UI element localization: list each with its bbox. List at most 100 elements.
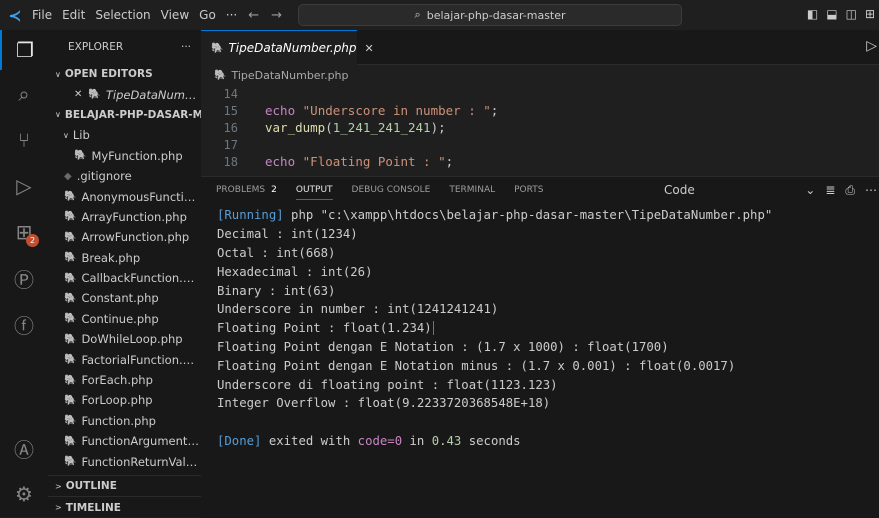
code-token: echo (265, 154, 303, 169)
explorer-more-icon[interactable]: ··· (181, 41, 191, 53)
code-token: ; (445, 154, 454, 169)
file-name: FunctionArgument.php (81, 434, 201, 449)
tab-terminal[interactable]: TERMINAL (449, 177, 495, 203)
menu-edit[interactable]: Edit (57, 8, 90, 22)
project-title: BELAJAR-PHP-DASAR-MA... (64, 108, 201, 121)
text-cursor (432, 321, 434, 336)
done-tag: [Done] (217, 433, 262, 448)
php-file-icon: 🐘 (64, 435, 77, 447)
run-icon[interactable]: ▷ (866, 38, 877, 54)
file-item[interactable]: ◆ .gitignore (48, 166, 201, 186)
close-icon[interactable]: ✕ (365, 42, 374, 55)
open-editors-title: OPEN EDITORS (64, 68, 153, 81)
file-item[interactable]: 🐘 DoWhileLoop.php (48, 329, 201, 349)
file-name: ArrowFunction.php (81, 230, 190, 245)
folder-lib[interactable]: ∨ Lib (48, 125, 201, 145)
run-debug-icon[interactable]: ▷ (0, 166, 48, 206)
file-item[interactable]: 🐘 Break.php (48, 248, 201, 268)
panel-left-icon[interactable]: ◧ (807, 7, 818, 21)
file-item[interactable]: 🐘 FunctionReturnValue... (48, 451, 201, 471)
file-item[interactable]: 🐘 ForEach.php (48, 370, 201, 390)
file-item[interactable]: 🐘 Function.php (48, 411, 201, 431)
search-icon: ⌕ (414, 8, 421, 21)
output-line: Floating Point dengan E Notation minus :… (217, 356, 879, 375)
tab-ports[interactable]: PORTS (514, 177, 543, 203)
open-editors-section[interactable]: ∨ OPEN EDITORS (48, 64, 201, 84)
output-content[interactable]: [Running] php "c:\xampp\htdocs\belajar-p… (201, 203, 879, 450)
php-file-icon: 🐘 (64, 354, 77, 366)
menu-go[interactable]: Go (194, 8, 221, 22)
file-name: FactorialFunction.php (81, 352, 201, 367)
outline-section[interactable]: > OUTLINE (48, 475, 201, 496)
file-item[interactable]: 🐘 Constant.php (48, 288, 201, 308)
file-name: DoWhileLoop.php (81, 332, 183, 347)
exit-code: code=0 (357, 433, 403, 448)
tab-output[interactable]: OUTPUT (295, 177, 333, 203)
nav-back-icon[interactable]: ← (242, 8, 265, 23)
output-line: Octal : int(668) (217, 244, 879, 263)
menu-view[interactable]: View (156, 8, 194, 22)
layout-icon[interactable]: ⊞ (865, 7, 875, 21)
timeline-title: TIMELINE (65, 501, 121, 514)
vscode-logo-icon: ≺ (8, 5, 22, 25)
timeline-section[interactable]: > TIMELINE (48, 496, 201, 517)
command-center-search[interactable]: ⌕ belajar-php-dasar-master (298, 4, 683, 26)
code-line: 17 (201, 136, 879, 153)
panel-right-icon[interactable]: ◫ (846, 7, 857, 21)
output-line: Floating Point : float(1.234) (217, 319, 879, 338)
php-file-icon: 🐘 (64, 231, 77, 243)
source-control-icon[interactable]: ⑂ (0, 120, 48, 160)
menu-file[interactable]: File (30, 8, 57, 22)
tab-debug-console[interactable]: DEBUG CONSOLE (352, 177, 431, 203)
chevron-down-icon[interactable]: ⌄ (805, 183, 815, 197)
code-editor[interactable]: 14 15 echo "Underscore in number : "; 16 var… (201, 85, 879, 176)
output-line: Underscore di floating point : float(112… (217, 375, 879, 394)
php-icon[interactable]: Ⓟ (0, 258, 48, 298)
running-tag: [Running] (217, 208, 284, 223)
files-icon[interactable]: ❐ (0, 30, 48, 70)
output-line-text: Decimal : int(1234) (217, 227, 358, 242)
file-item[interactable]: 🐘 ArrowFunction.php (48, 227, 201, 247)
breadcrumb[interactable]: 🐘 TipeDataNumber.php (201, 65, 879, 85)
lightning-icon[interactable]: ⓕ (0, 304, 48, 344)
done-text: exited with (261, 433, 358, 448)
nav-forward-icon[interactable]: → (265, 8, 288, 23)
code-line: 14 (201, 85, 879, 102)
running-command: php "c:\xampp\htdocs\belajar-php-dasar-m… (283, 208, 773, 223)
file-item[interactable]: 🐘 FactorialFunction.php (48, 349, 201, 369)
lock-icon[interactable]: ⎙ (845, 183, 855, 198)
tab-problems[interactable]: PROBLEMS 2 (216, 177, 277, 203)
menu-selection[interactable]: Selection (90, 8, 155, 22)
code-token: ( (325, 120, 333, 135)
file-item[interactable]: 🐘 ForLoop.php (48, 390, 201, 410)
file-item[interactable]: 🐘 AnonymousFunction.... (48, 186, 201, 206)
line-number: 17 (223, 137, 238, 152)
filter-list-icon[interactable]: ≣ (825, 183, 835, 197)
channel-label: Code (664, 183, 695, 197)
project-section[interactable]: ∨ BELAJAR-PHP-DASAR-MA... (48, 105, 201, 125)
account-icon[interactable]: Ⓐ (0, 428, 48, 468)
output-line: Underscore in number : int(1241241241) (217, 300, 879, 319)
settings-icon[interactable]: ⚙ (0, 474, 48, 514)
php-file-icon: 🐘 (64, 211, 77, 223)
search-text: belajar-php-dasar-master (426, 8, 566, 22)
file-item[interactable]: 🐘 Continue.php (48, 309, 201, 329)
more-icon[interactable]: ⋯ (865, 183, 877, 197)
menu-more[interactable]: ··· (221, 8, 242, 22)
file-name: CallbackFunction.php (81, 271, 201, 286)
extensions-icon[interactable]: ⊞ 2 (0, 212, 48, 252)
output-channel-select[interactable]: Code (664, 177, 695, 203)
php-file-icon: 🐘 (64, 456, 77, 468)
file-item[interactable]: 🐘 FunctionArgument.php (48, 431, 201, 451)
search-icon[interactable]: ⌕ (0, 74, 48, 114)
file-item[interactable]: 🐘 MyFunction.php (48, 146, 201, 166)
activity-bar: ❐ ⌕ ⑂ ▷ ⊞ 2 Ⓟ ⓕ Ⓐ ⚙ (0, 30, 48, 517)
file-item[interactable]: 🐘 CallbackFunction.php (48, 268, 201, 288)
line-number: 18 (223, 154, 238, 169)
tab-tipedatanumber[interactable]: 🐘 TipeDataNumber.php ✕ (201, 30, 374, 65)
open-editor-item[interactable]: ✕ 🐘 TipeDataNumbe... (48, 84, 201, 104)
php-file-icon: 🐘 (64, 272, 77, 284)
panel-bottom-icon[interactable]: ⬓ (826, 7, 837, 21)
file-item[interactable]: 🐘 ArrayFunction.php (48, 207, 201, 227)
close-icon[interactable]: ✕ (74, 89, 82, 100)
